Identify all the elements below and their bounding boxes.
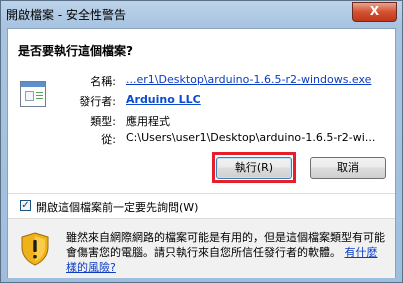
security-warning-dialog: 開啟檔案 - 安全性警告 X 是否要執行這個檔案? 名稱: ...er1\Des…: [0, 0, 403, 283]
from-label: 從:: [101, 133, 116, 146]
publisher-label: 發行者:: [79, 95, 116, 108]
dialog-content: 是否要執行這個檔案? 名稱: ...er1\Desktop\arduino-1.…: [7, 28, 396, 278]
name-label: 名稱:: [90, 75, 116, 88]
always-ask-checkbox[interactable]: ✓: [20, 200, 31, 211]
publisher-link[interactable]: Arduino LLC: [126, 93, 201, 106]
warning-text: 雖然來自網際網路的檔案可能是有用的，但是這個檔案類型有可能會傷害您的電腦。請只執…: [66, 231, 385, 259]
file-name-link[interactable]: ...er1\Desktop\arduino-1.6.5-r2-windows.…: [126, 73, 371, 86]
warning-message: 雖然來自網際網路的檔案可能是有用的，但是這個檔案類型有可能會傷害您的電腦。請只執…: [66, 230, 388, 275]
from-value: C:\Users\user1\Desktop\arduino-1.6.5-r2-…: [126, 131, 376, 144]
cancel-button[interactable]: 取消: [310, 157, 386, 179]
run-button[interactable]: 執行(R): [216, 157, 292, 179]
run-question: 是否要執行這個檔案?: [18, 44, 133, 58]
divider: [8, 193, 395, 194]
always-ask-label[interactable]: 開啟這個檔案前一定要先詢問(W): [36, 199, 198, 215]
title-bar[interactable]: 開啟檔案 - 安全性警告 X: [1, 1, 402, 27]
type-label: 類型:: [90, 115, 116, 128]
executable-file-icon: [20, 81, 46, 107]
window-title: 開啟檔案 - 安全性警告: [6, 8, 126, 22]
close-button[interactable]: X: [352, 2, 397, 22]
shield-warning-icon: [21, 232, 49, 266]
type-value: 應用程式: [126, 115, 170, 128]
